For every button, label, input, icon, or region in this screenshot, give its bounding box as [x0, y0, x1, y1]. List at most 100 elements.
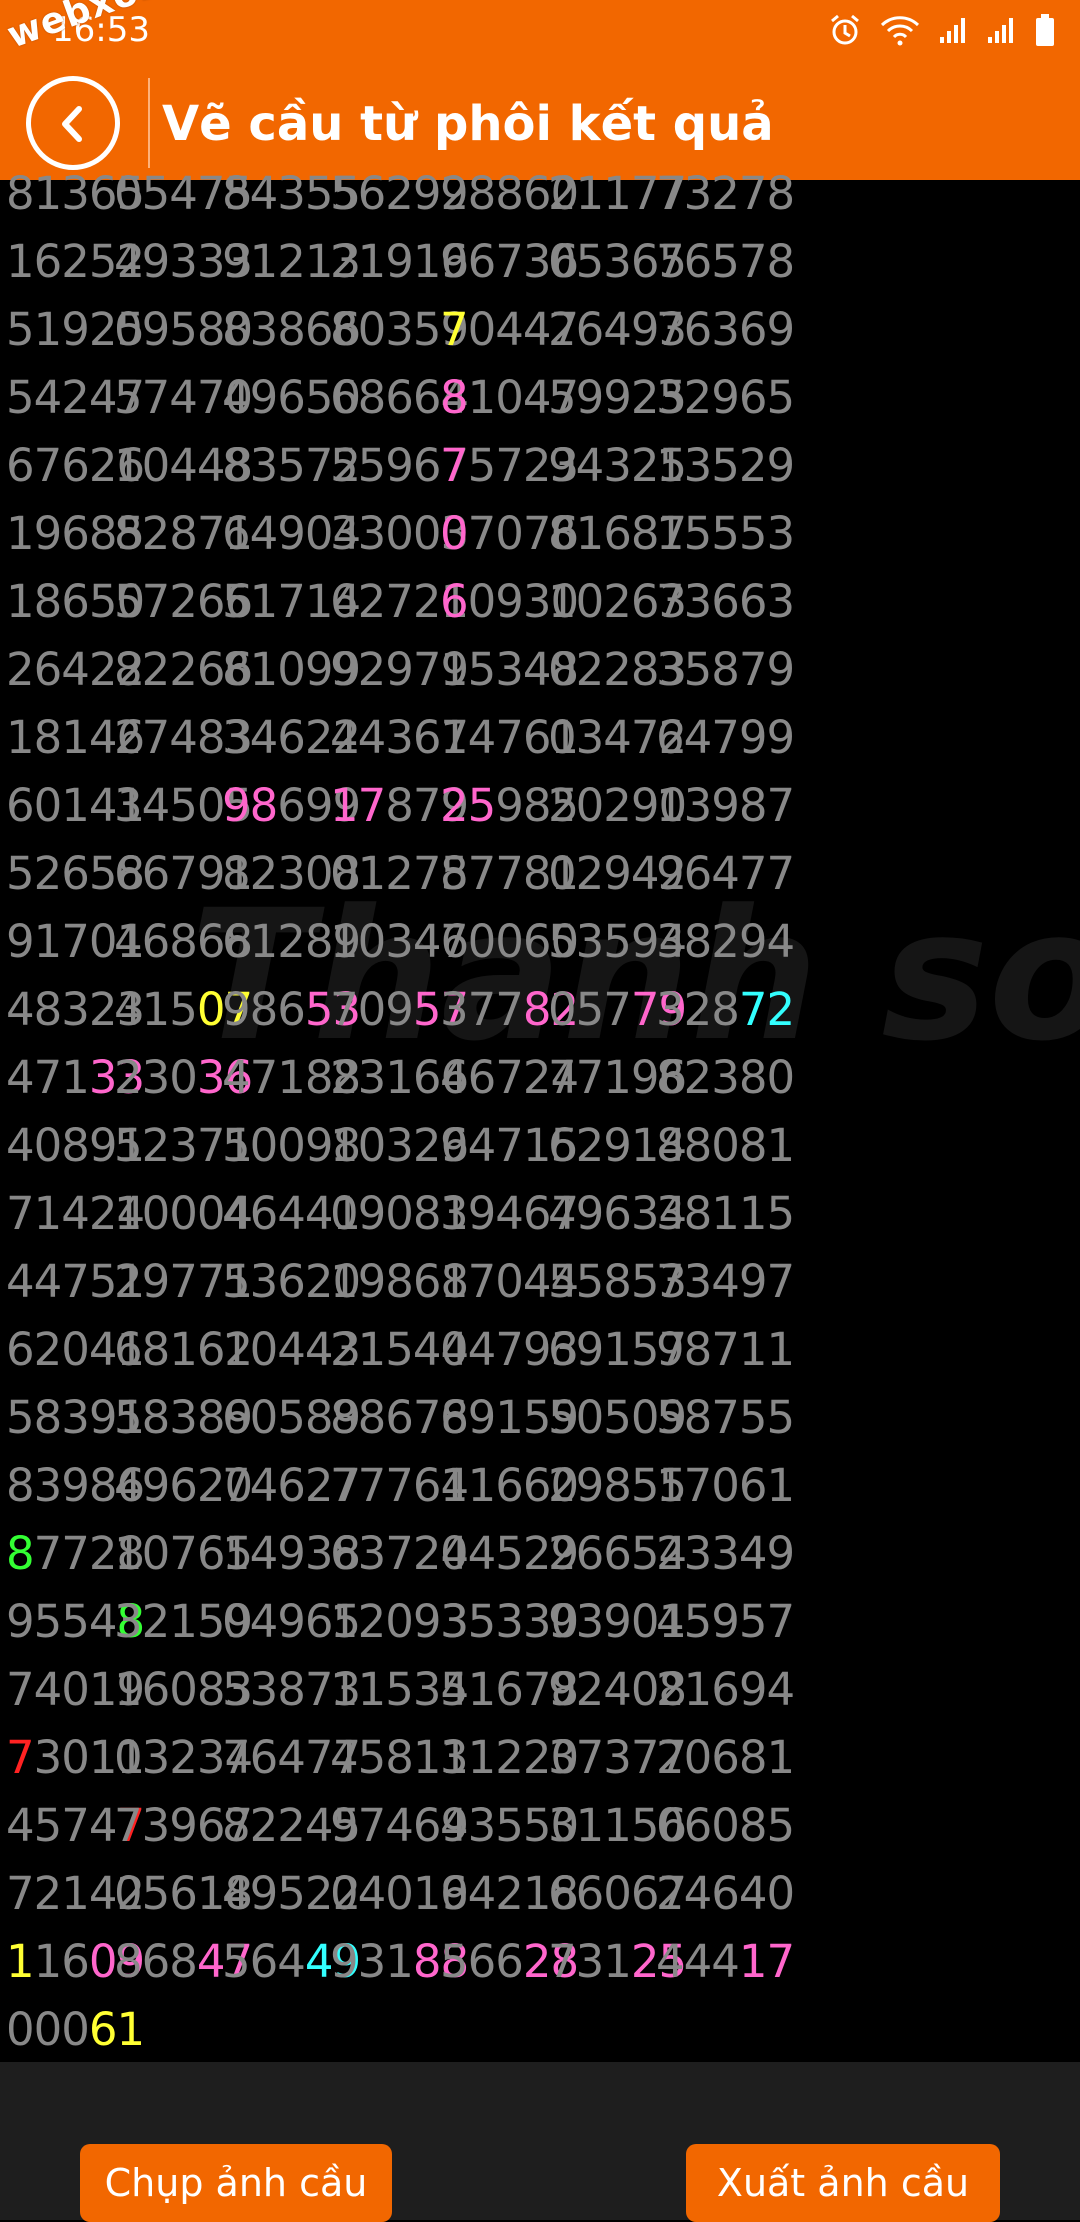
number-cell: 64799 — [656, 704, 795, 772]
highlighted-digits: 17 — [330, 779, 386, 832]
highlighted-digits: 17 — [738, 1935, 795, 1988]
export-image-button[interactable]: Xuất ảnh cầu — [686, 2144, 1000, 2222]
result-row: 45747 73967 82245 97469 43550 31156 06085 — [0, 1792, 1080, 1860]
digits: 15553 — [656, 507, 795, 560]
result-row: 74019 16083 53873 11534 51678 92408 21694 — [0, 1656, 1080, 1724]
highlighted-digits: 61 — [88, 2003, 145, 2056]
highlighted-digits: 7 — [440, 303, 469, 356]
chevron-left-icon — [62, 106, 82, 142]
number-cell: 45957 — [656, 1588, 795, 1656]
digits: 06085 — [656, 1799, 795, 1852]
number-cell: 23349 — [656, 1520, 795, 1588]
number-cell: 32965 — [656, 364, 795, 432]
digits: 96477 — [656, 847, 795, 900]
digits: 76369 — [656, 303, 795, 356]
capture-image-button[interactable]: Chụp ảnh cầu — [80, 2144, 392, 2222]
result-row: 18650 57266 51714 62721 60930 10263 73663 — [0, 568, 1080, 636]
digits: 45957 — [656, 1595, 795, 1648]
highlighted-digits: 98 — [222, 779, 278, 832]
result-row: 52658 66791 82308 01275 87781 02942 96477 — [0, 840, 1080, 908]
result-row: 91701 46868 61289 10346 70060 53594 38294 — [0, 908, 1080, 976]
number-cell: 76369 — [656, 296, 795, 364]
digits: 564 — [222, 1935, 306, 1988]
digits: 58755 — [656, 1391, 795, 1444]
number-cell: 38115 — [656, 1180, 795, 1248]
digits: 73497 — [656, 1255, 795, 1308]
digits: 16 — [33, 1935, 90, 1988]
number-cell: 73663 — [656, 568, 795, 636]
signal-icon — [986, 15, 1016, 49]
digits: 32965 — [656, 371, 795, 424]
result-grid[interactable]: Thanh so 81365 05475 84355 56292 98860 21177 7… — [0, 172, 1080, 2062]
result-row: 54247 57470 49650 68664 81047 59925 32965 — [0, 364, 1080, 432]
result-row: 16252 49333 91213 21916 96736 05365 76578 — [0, 228, 1080, 296]
digits: 566 — [440, 1935, 524, 1988]
digits: 38115 — [656, 1187, 795, 1240]
digits: 731 — [548, 1935, 632, 1988]
digits: 88081 — [656, 1119, 795, 1172]
digits: 73663 — [656, 575, 795, 628]
result-row: 26422 82266 81099 92979 15348 02283 35879 — [0, 636, 1080, 704]
highlighted-digits: 7 — [6, 1731, 35, 1784]
digits: 73278 — [656, 172, 795, 220]
number-cell: 13987 — [656, 772, 795, 840]
number-cell: 82380 — [656, 1044, 795, 1112]
result-row: 47133 23036 47188 23166 46724 77196 82380 — [0, 1044, 1080, 1112]
battery-icon — [1034, 13, 1056, 51]
number-cell: 98711 — [656, 1316, 795, 1384]
result-row: 60141 34505 98699 17879 25985 20290 13987 — [0, 772, 1080, 840]
highlighted-digits: 0 — [440, 507, 469, 560]
page-title: Vẽ cầu từ phôi kết quả — [162, 96, 774, 152]
back-button[interactable] — [26, 76, 120, 170]
result-row: 62041 68162 10443 21544 04793 69157 98711 — [0, 1316, 1080, 1384]
digits: 98711 — [656, 1323, 795, 1376]
digits: 415 — [114, 983, 198, 1036]
digits: 82380 — [656, 1051, 795, 1104]
result-row: 83986 49620 74627 77764 11660 29855 17061 — [0, 1452, 1080, 1520]
number-cell: 21694 — [656, 1656, 795, 1724]
digits: 444 — [656, 1935, 740, 1988]
digits: 057 — [548, 983, 632, 1036]
number-cell: 13529 — [656, 432, 795, 500]
number-cell: 15553 — [656, 500, 795, 568]
number-cell: 32872 — [656, 976, 795, 1044]
digits: 76578 — [656, 235, 795, 288]
digits: 709 — [330, 983, 414, 1036]
digits: 377 — [440, 983, 524, 1036]
number-cell: 96477 — [656, 840, 795, 908]
alarm-icon — [828, 13, 862, 51]
digits: 13529 — [656, 439, 795, 492]
digits: 328 — [656, 983, 740, 1036]
number-cell: 73278 — [656, 172, 795, 228]
highlighted-digits: 25 — [440, 779, 496, 832]
highlighted-digits: 72 — [738, 983, 795, 1036]
digits: 20681 — [656, 1731, 795, 1784]
result-row: 81365 05475 84355 56292 98860 21177 73278 — [0, 172, 1080, 228]
number-cell: 73497 — [656, 1248, 795, 1316]
result-row: 40891 52371 50098 10326 94715 62914 88081 — [0, 1112, 1080, 1180]
number-cell: 20681 — [656, 1724, 795, 1792]
digits: 23349 — [656, 1527, 795, 1580]
digits: 4574 — [6, 1799, 118, 1852]
number-cell: 44417 — [656, 1928, 795, 1996]
digits: 931 — [330, 1935, 414, 1988]
number-cell: 24640 — [656, 1860, 795, 1928]
result-row: 44751 29771 53620 19868 17044 55853 73497 — [0, 1248, 1080, 1316]
digits: 000 — [6, 2003, 90, 2056]
highlighted-digits: 8 — [6, 1527, 35, 1580]
digits: 9554 — [6, 1595, 118, 1648]
app-bar: 16:53 webxoso.net Vẽ cầu từ phôi kết quả — [0, 0, 1080, 180]
highlighted-digits: 8 — [440, 371, 469, 424]
result-row: 87728 10765 14938 63724 04529 26654 23349 — [0, 1520, 1080, 1588]
digits: 35879 — [656, 643, 795, 696]
highlighted-digits: 6 — [440, 575, 469, 628]
number-cell: 17061 — [656, 1452, 795, 1520]
result-row: 19685 82871 64904 33003 07076 81687 15553 — [0, 500, 1080, 568]
result-row: 00061 — [0, 1996, 1080, 2062]
number-cell: 88081 — [656, 1112, 795, 1180]
digits: 471 — [6, 1051, 90, 1104]
result-row: 73011 03234 76477 45811 31220 37377 20681 — [0, 1724, 1080, 1792]
result-row: 48323 41507 98653 70957 37782 05779 32872 — [0, 976, 1080, 1044]
digits: 17061 — [656, 1459, 795, 1512]
digits: 24640 — [656, 1867, 795, 1920]
